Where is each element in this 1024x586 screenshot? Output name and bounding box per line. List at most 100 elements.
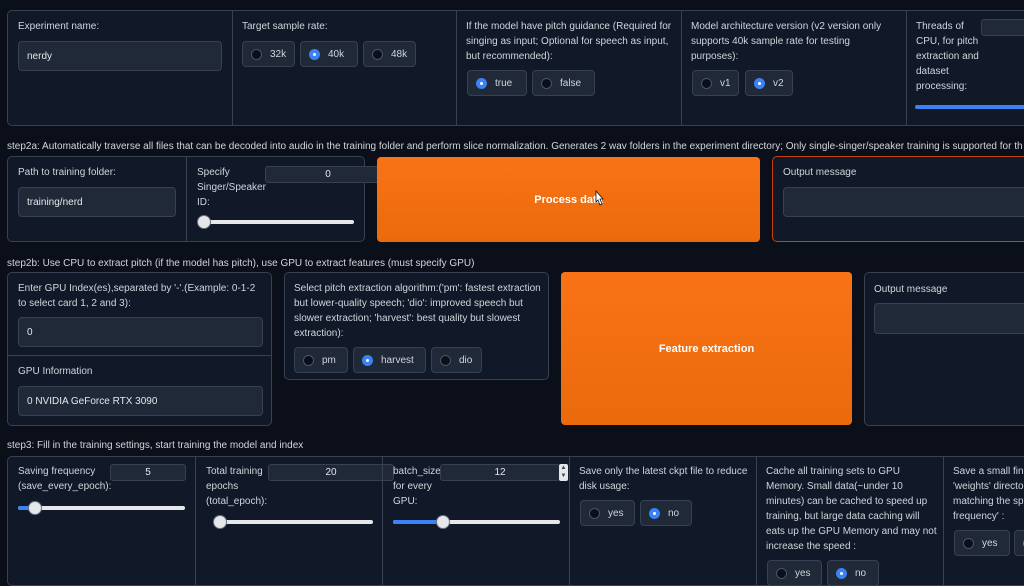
output-message-box[interactable] — [783, 187, 1024, 217]
output-message-label: Output message — [874, 284, 948, 295]
pitch-guidance-cell: If the model have pitch guidance (Requir… — [456, 11, 681, 125]
sample-rate-40k[interactable]: 40k — [300, 41, 358, 67]
gpu-index-label: Enter GPU Index(es),separated by '-'.(Ex… — [18, 283, 256, 309]
feature-extraction-label: Feature extraction — [658, 342, 755, 355]
speaker-id-slider[interactable] — [197, 215, 354, 229]
radio-dot — [541, 77, 552, 89]
radio-dot-selected — [309, 48, 320, 60]
experiment-name-input[interactable]: nerdy — [18, 41, 222, 71]
slider-thumb[interactable] — [197, 215, 211, 229]
radio-label: yes — [982, 537, 998, 549]
step2a-output-panel: Output message — [772, 156, 1024, 242]
top-settings-panel: Experiment name: nerdy Target sample rat… — [7, 10, 1024, 126]
total-epoch-number-input[interactable]: 20 — [268, 464, 394, 481]
total-epoch-cell: Total training epochs (total_epoch): 20 — [195, 457, 394, 585]
radio-dot — [303, 354, 314, 366]
sample-rate-label: Target sample rate: — [242, 21, 328, 32]
batch-size-slider[interactable] — [393, 515, 560, 529]
radio-dot-selected — [476, 77, 487, 89]
cache-gpu-cell: Cache all training sets to GPU Memory. S… — [756, 457, 943, 586]
threads-slider[interactable] — [915, 100, 1024, 114]
f0-dio[interactable]: dio — [431, 347, 482, 373]
save-small-cell: Save a small fini 'weights' directo matc… — [943, 457, 1024, 585]
radio-label: dio — [459, 354, 473, 366]
slider-thumb[interactable] — [436, 515, 451, 529]
cache-no[interactable]: no — [827, 560, 879, 586]
gpu-index-value: 0 — [27, 326, 33, 338]
output-message-label: Output message — [783, 167, 857, 178]
radio-label: 32k — [270, 48, 287, 60]
mouse-cursor-icon — [595, 190, 604, 206]
save-latest-label: Save only the latest ckpt file to reduce… — [579, 466, 748, 492]
threads-number-input[interactable] — [981, 19, 1024, 36]
process-data-button[interactable]: Process data — [377, 157, 760, 242]
training-folder-label: Path to training folder: — [18, 167, 116, 178]
training-folder-value: training/nerd — [27, 196, 83, 208]
training-folder-input[interactable]: training/nerd — [18, 187, 176, 217]
pitch-algorithm-panel: Select pitch extraction algorithm:('pm':… — [284, 272, 549, 380]
radio-label: true — [495, 77, 513, 89]
radio-label: 48k — [391, 48, 408, 60]
save-small-next[interactable] — [1014, 530, 1024, 556]
save-small-yes[interactable]: yes — [954, 530, 1010, 556]
feature-extraction-button[interactable]: Feature extraction — [561, 272, 852, 425]
version-v2[interactable]: v2 — [745, 70, 793, 96]
radio-dot-selected — [754, 77, 765, 89]
speaker-id-number-input[interactable]: 0 — [265, 166, 391, 183]
radio-dot-selected — [362, 354, 373, 366]
save-small-label: Save a small fini 'weights' directo matc… — [953, 466, 1024, 522]
radio-label: yes — [608, 507, 624, 519]
save-frequency-number-input[interactable]: 5 — [110, 464, 186, 481]
gpu-index-input[interactable]: 0 — [18, 317, 263, 347]
speaker-id-cell: Specify Singer/Speaker ID: 0 — [186, 157, 391, 241]
sample-rate-48k[interactable]: 48k — [363, 41, 416, 67]
radio-dot — [776, 567, 787, 579]
save-latest-no[interactable]: no — [640, 500, 692, 526]
radio-dot — [963, 537, 974, 549]
experiment-name-label: Experiment name: — [18, 21, 100, 32]
radio-dot — [372, 48, 383, 60]
cache-yes[interactable]: yes — [767, 560, 822, 586]
sample-rate-32k[interactable]: 32k — [242, 41, 295, 67]
batch-size-label: batch_size for every GPU: — [393, 466, 441, 507]
radio-label: harvest — [381, 354, 414, 366]
path-cell: Path to training folder: training/nerd — [8, 157, 186, 241]
number-spinner-icon[interactable]: ▲ ▼ — [559, 464, 568, 481]
batch-size-number-input[interactable]: 12 — [440, 464, 560, 481]
save-frequency-slider[interactable] — [18, 501, 185, 515]
radio-label: no — [855, 567, 867, 579]
step3-heading: step3: Fill in the training settings, st… — [7, 440, 304, 451]
total-epoch-slider[interactable] — [212, 515, 373, 529]
step2b-output-panel: Output message — [864, 272, 1024, 426]
pitch-guidance-label: If the model have pitch guidance (Requir… — [466, 21, 672, 62]
pitch-false[interactable]: false — [532, 70, 595, 96]
save-frequency-cell: Saving frequency (save_every_epoch): 5 — [8, 457, 195, 585]
experiment-name-value: nerdy — [27, 50, 53, 62]
radio-dot-selected — [649, 507, 660, 519]
radio-label: v2 — [773, 77, 784, 89]
output-message-box[interactable] — [874, 303, 1024, 334]
training-folder-panel: Path to training folder: training/nerd S… — [7, 156, 391, 242]
slider-track — [18, 506, 185, 510]
gpu-info-label: GPU Information — [18, 366, 93, 377]
gpu-info-value: 0 NVIDIA GeForce RTX 3090 — [27, 395, 158, 407]
threads-label: Threads of CPU, for pitch extraction and… — [916, 21, 979, 92]
slider-track — [215, 520, 373, 524]
gpu-info-input[interactable]: 0 NVIDIA GeForce RTX 3090 — [18, 386, 263, 416]
slider-thumb[interactable] — [27, 501, 42, 515]
slider-thumb[interactable] — [212, 515, 227, 529]
step2b-heading: step2b: Use CPU to extract pitch (if the… — [7, 258, 475, 269]
f0-pm[interactable]: pm — [294, 347, 348, 373]
gpu-divider — [8, 355, 271, 356]
pitch-true[interactable]: true — [467, 70, 527, 96]
radio-dot — [251, 48, 262, 60]
threads-cell: Threads of CPU, for pitch extraction and… — [906, 11, 1024, 125]
save-latest-yes[interactable]: yes — [580, 500, 635, 526]
save-latest-cell: Save only the latest ckpt file to reduce… — [569, 457, 756, 585]
radio-label: yes — [795, 567, 811, 579]
step2a-heading: step2a: Automatically traverse all files… — [7, 141, 1023, 152]
sample-rate-cell: Target sample rate: 32k 40k 48k — [232, 11, 456, 125]
f0-harvest[interactable]: harvest — [353, 347, 426, 373]
radio-dot — [701, 77, 712, 89]
version-v1[interactable]: v1 — [692, 70, 739, 96]
